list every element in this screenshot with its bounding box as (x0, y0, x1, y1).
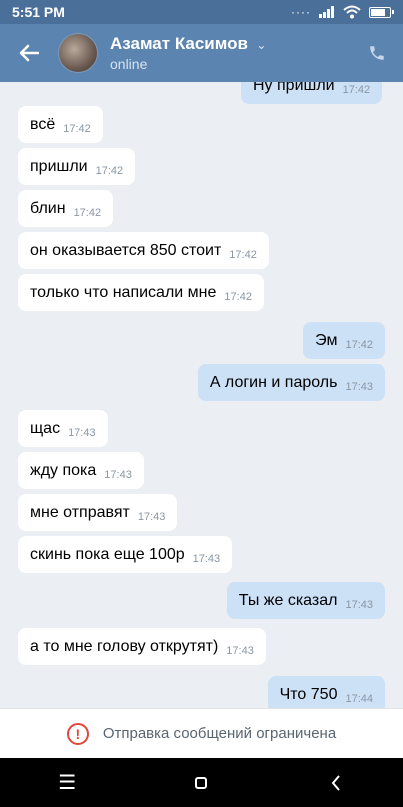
message-list[interactable]: Ну пришли 17:42 всё 17:42 пришли 17:42 б… (0, 82, 403, 708)
call-button[interactable] (351, 24, 403, 82)
signal-icon (319, 6, 334, 18)
back-button[interactable] (0, 24, 58, 82)
avatar[interactable] (58, 33, 98, 73)
chevron-down-icon: ⌄ (256, 38, 267, 52)
contact-name: Азамат Касимов (110, 34, 248, 53)
message-time: 17:43 (345, 380, 373, 393)
message-bubble-incoming[interactable]: всё 17:42 (18, 106, 103, 143)
battery-icon (369, 6, 394, 18)
wifi-icon (343, 5, 361, 19)
message-text: скинь пока еще 100р (30, 545, 185, 563)
message-time: 17:42 (229, 248, 257, 261)
message-text: блин (30, 199, 66, 217)
message-text: только что написали мне (30, 283, 217, 301)
message-bubble-incoming[interactable]: блин 17:42 (18, 190, 114, 227)
home-icon (195, 776, 208, 789)
message-time: 17:42 (73, 206, 102, 219)
phone-icon (370, 46, 384, 60)
back-arrow-icon (19, 44, 39, 62)
message-text: а то мне голову открутят) (30, 637, 219, 655)
message-bubble-incoming[interactable]: жду пока 17:43 (18, 452, 144, 489)
message-bubble-incoming[interactable]: только что написали мне 17:42 (18, 274, 264, 311)
message-text: Эм (315, 331, 338, 349)
message-bubble-incoming[interactable]: мне отправят 17:43 (18, 494, 178, 531)
message-time: 17:42 (63, 122, 91, 135)
notification-dots: ···· (291, 5, 311, 19)
message-text: Ну пришли (253, 82, 335, 94)
message-bubble-incoming[interactable]: он оказывается 850 стоит 17:42 (18, 232, 269, 269)
message-bubble-outgoing[interactable]: Ну пришли 17:42 (241, 82, 383, 104)
messaging-restricted-bar: ! Отправка сообщений ограничена (0, 708, 403, 758)
message-text: Ты же сказал (238, 591, 338, 609)
chat-header: Азамат Касимов ⌄ online (0, 24, 403, 82)
message-bubble-outgoing[interactable]: Ты же сказал 17:43 (226, 582, 385, 619)
message-bubble-incoming[interactable]: а то мне голову открутят) 17:43 (18, 628, 266, 665)
message-text: щас (30, 419, 61, 437)
message-text: Что 750 (279, 685, 338, 703)
message-text: пришли (30, 157, 88, 175)
message-time: 17:43 (192, 552, 221, 565)
message-bubble-incoming[interactable]: пришли 17:42 (18, 148, 136, 185)
status-icons: ···· (291, 5, 394, 19)
message-bubble-outgoing[interactable]: А логин и пароль 17:43 (197, 364, 385, 401)
message-time: 17:43 (226, 644, 254, 657)
nav-home-button[interactable] (171, 758, 231, 807)
message-time: 17:43 (345, 598, 373, 611)
message-time: 17:42 (224, 290, 252, 303)
contact-info[interactable]: Азамат Касимов ⌄ online (110, 34, 266, 72)
message-bubble-outgoing[interactable]: Эм 17:42 (303, 322, 385, 359)
contact-status: online (110, 56, 148, 72)
message-bubble-incoming[interactable]: скинь пока еще 100р 17:43 (18, 536, 233, 573)
message-text: он оказывается 850 стоит (30, 241, 222, 259)
message-bubble-incoming[interactable]: щас 17:43 (18, 410, 108, 447)
message-time: 17:42 (342, 83, 371, 96)
message-time: 17:44 (345, 692, 373, 705)
status-bar: 5:51 PM ···· (0, 0, 403, 24)
menu-icon: ☰ (58, 772, 77, 794)
message-time: 17:43 (104, 468, 132, 481)
status-time: 5:51 PM (12, 4, 65, 20)
message-time: 17:42 (345, 338, 373, 351)
message-text: жду пока (30, 461, 97, 479)
nav-back-icon (331, 774, 340, 791)
warning-icon: ! (66, 722, 89, 745)
message-text: всё (30, 115, 56, 133)
system-nav-bar: ☰ (0, 758, 403, 807)
message-time: 17:43 (68, 426, 96, 439)
message-bubble-outgoing[interactable]: Что 750 17:44 (267, 676, 385, 708)
message-time: 17:42 (95, 164, 124, 177)
nav-back-button[interactable] (306, 758, 366, 807)
message-text: мне отправят (30, 503, 130, 521)
nav-menu-button[interactable]: ☰ (37, 758, 97, 807)
message-text: А логин и пароль (209, 373, 338, 391)
restriction-notice: Отправка сообщений ограничена (102, 725, 337, 742)
message-time: 17:43 (137, 510, 166, 523)
